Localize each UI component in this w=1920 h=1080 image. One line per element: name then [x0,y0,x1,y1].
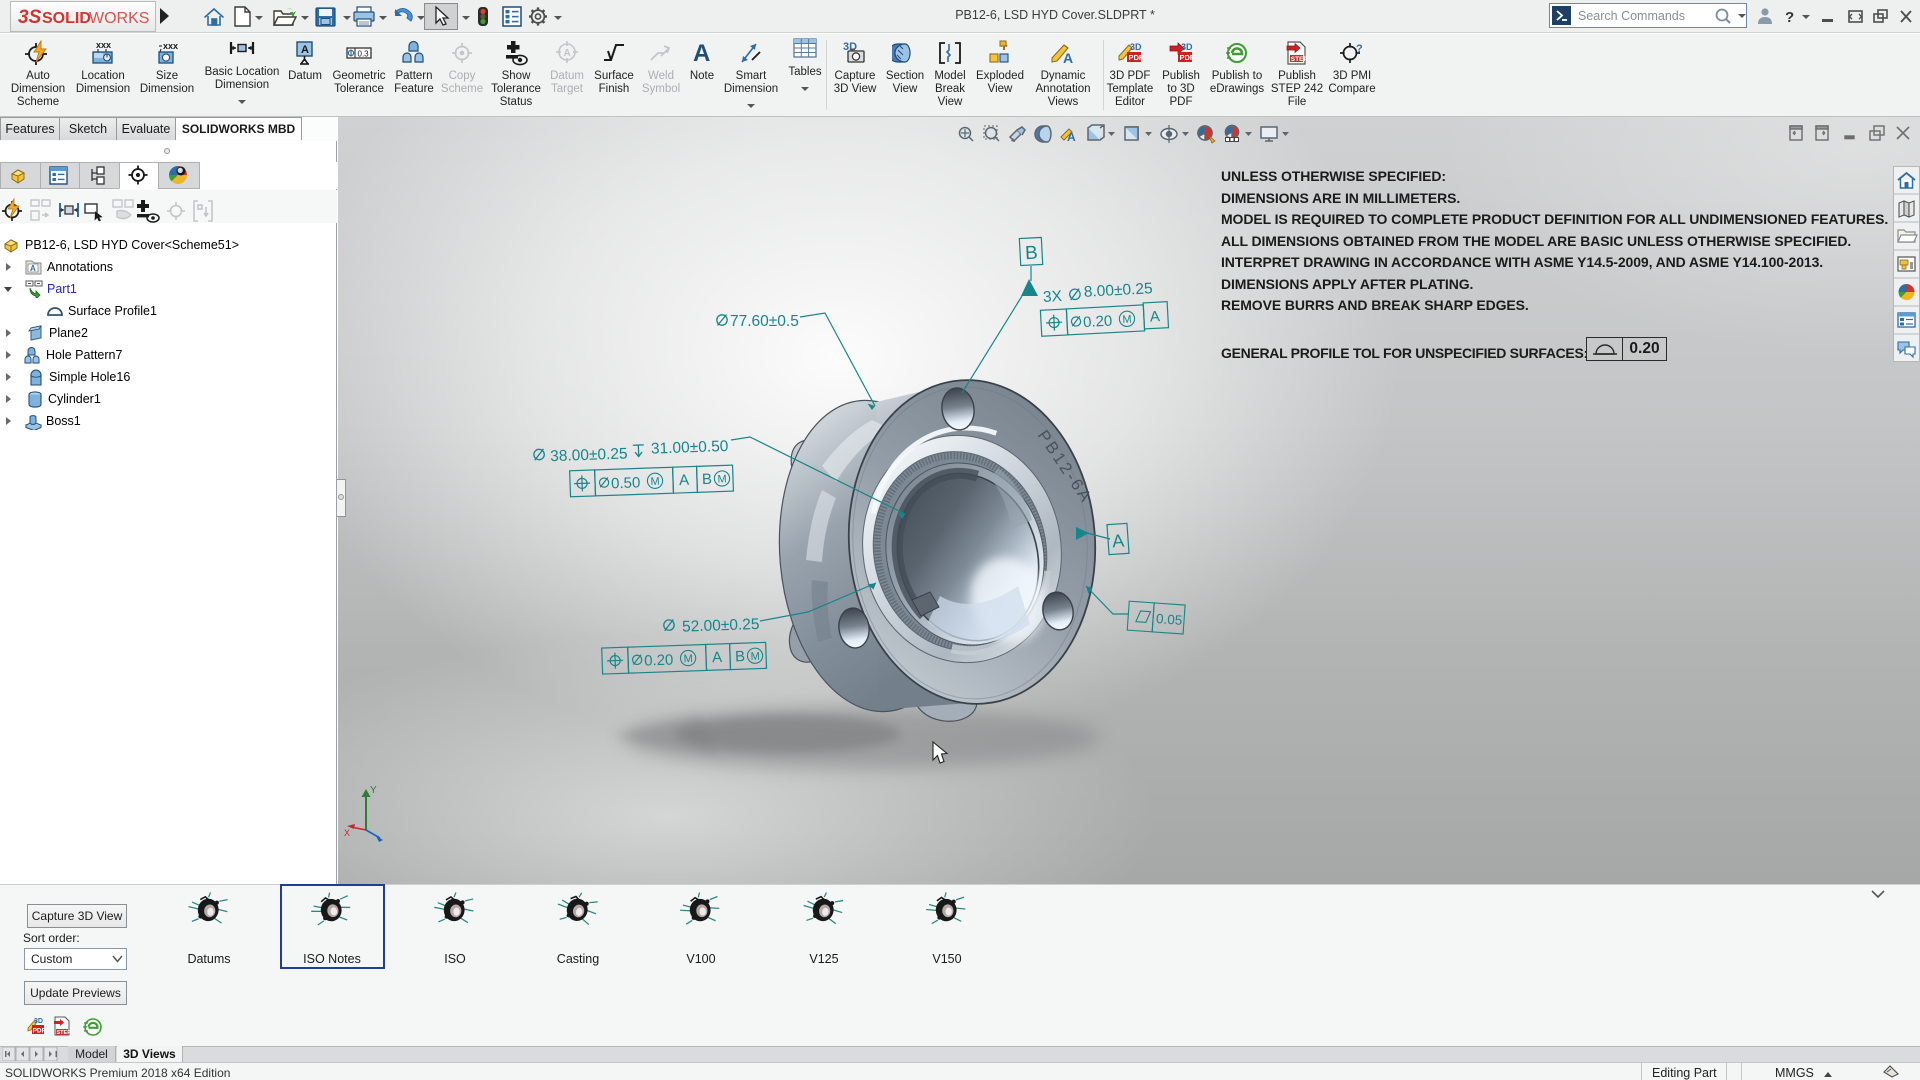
svg-text:B: B [702,471,713,488]
svg-text:Y: Y [370,785,377,796]
svg-text:A: A [30,264,36,273]
svg-text:B: B [735,648,746,665]
svg-text:M: M [1122,314,1132,326]
svg-text:A: A [1063,50,1073,66]
svg-text:xxx: xxx [163,41,178,51]
svg-text:M: M [750,651,760,663]
svg-text:PDF: PDF [33,1028,46,1035]
svg-text:8.00±0.25: 8.00±0.25 [1083,280,1153,301]
svg-text:?: ? [1356,43,1363,55]
svg-text:77.60±0.5: 77.60±0.5 [730,313,799,330]
svg-text:X: X [344,828,350,838]
svg-text:A: A [712,649,723,666]
svg-text:0.05: 0.05 [1156,611,1183,628]
svg-text:38.00±0.25: 38.00±0.25 [550,445,628,465]
svg-text:52.00±0.25: 52.00±0.25 [682,616,760,636]
svg-text:xxx: xxx [96,40,111,50]
svg-text:A: A [1149,308,1160,326]
svg-text:A: A [1067,130,1076,144]
svg-text:M: M [717,473,727,485]
svg-text:M: M [683,653,693,665]
svg-text:SOLID: SOLID [42,10,91,27]
svg-text:3S: 3S [18,7,42,28]
svg-text:3X: 3X [1043,288,1063,306]
svg-text:A: A [1111,531,1124,552]
svg-text:0.50: 0.50 [611,474,641,492]
svg-text:?: ? [1785,9,1794,26]
svg-text:3D: 3D [34,1018,43,1025]
svg-text:0.20: 0.20 [644,652,674,670]
svg-text:WORKS: WORKS [89,10,149,27]
svg-text:A: A [301,44,309,56]
svg-text:B: B [1025,243,1039,265]
svg-text:M: M [650,476,660,488]
svg-text:A: A [679,472,690,489]
svg-text:31.00±0.50: 31.00±0.50 [651,438,729,458]
svg-text:STEP: STEP [57,1030,72,1036]
svg-text:0.20: 0.20 [1083,313,1113,332]
